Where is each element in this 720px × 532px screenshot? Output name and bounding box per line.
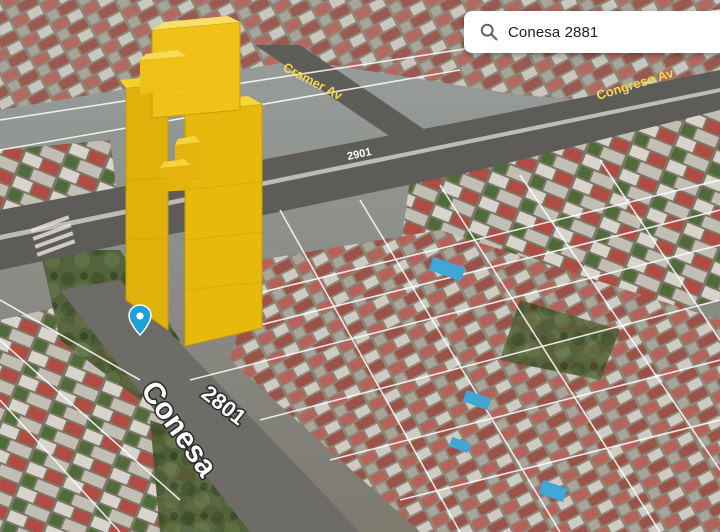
location-pin-icon[interactable] <box>128 304 152 337</box>
search-input[interactable]: Conesa 2881 <box>508 24 598 41</box>
map-canvas[interactable]: Cramer Av Congreso Av 2901 2801 Conesa <box>0 0 720 532</box>
search-icon <box>480 23 498 41</box>
search-box[interactable]: Conesa 2881 <box>464 11 720 53</box>
map-view[interactable]: Cramer Av Congreso Av 2901 2801 Conesa C… <box>0 0 720 532</box>
